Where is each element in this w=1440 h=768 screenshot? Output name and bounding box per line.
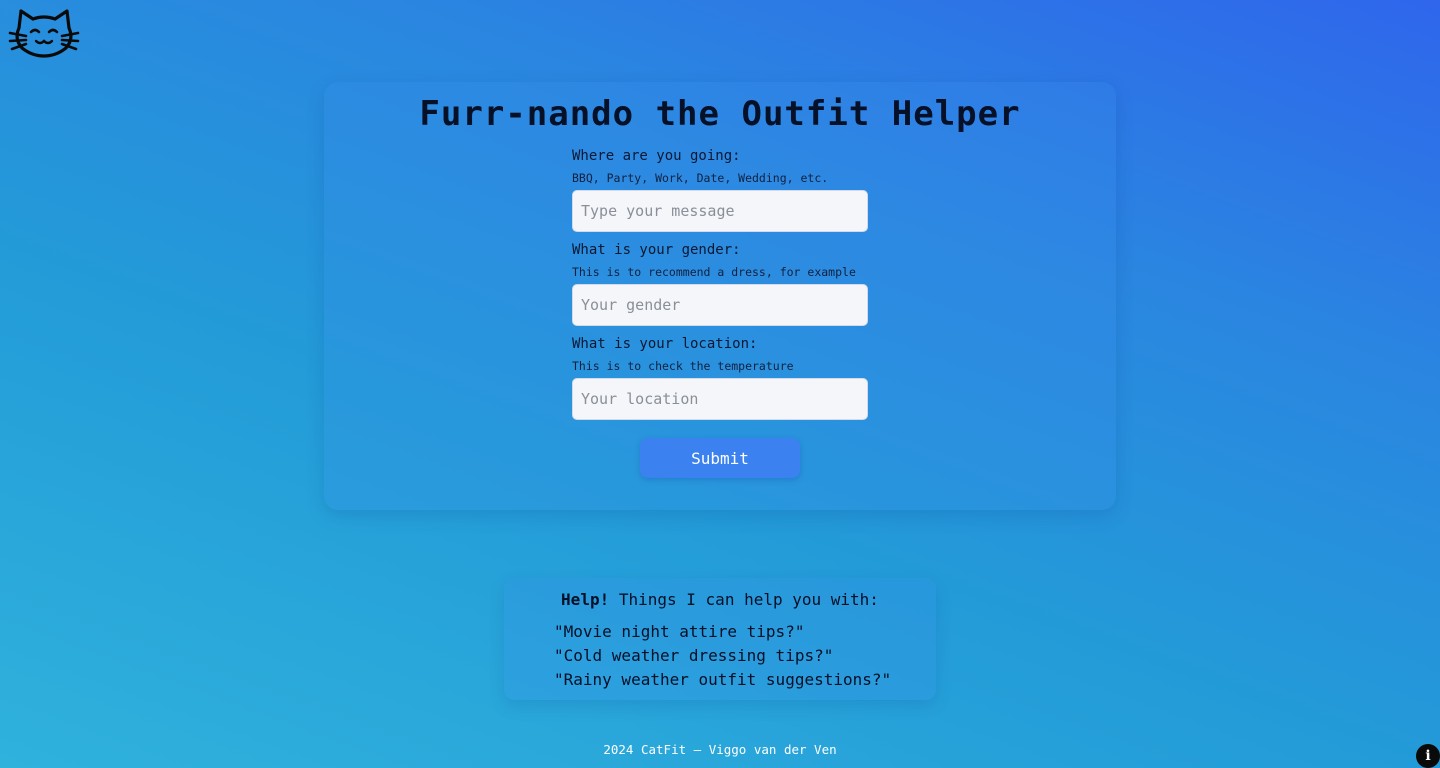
destination-label: Where are you going: — [572, 148, 741, 164]
destination-hint: BBQ, Party, Work, Date, Wedding, etc. — [572, 171, 829, 185]
location-hint: This is to check the temperature — [572, 359, 794, 373]
help-suggestion-item[interactable]: "Cold weather dressing tips?" — [554, 644, 891, 668]
gender-hint: This is to recommend a dress, for exampl… — [572, 265, 856, 279]
outfit-form: Where are you going: BBQ, Party, Work, D… — [572, 146, 868, 428]
destination-input[interactable] — [572, 190, 868, 232]
location-label: What is your location: — [572, 336, 758, 352]
location-input[interactable] — [572, 378, 868, 420]
submit-button[interactable]: Submit — [640, 438, 800, 478]
help-suggestions: "Movie night attire tips?" "Cold weather… — [554, 620, 891, 692]
help-heading-text: Things I can help you with: — [609, 590, 879, 609]
help-heading-bold: Help! — [561, 590, 610, 609]
info-icon[interactable]: i — [1416, 744, 1440, 768]
help-heading: Help! Things I can help you with: — [504, 590, 936, 609]
help-suggestion-item[interactable]: "Rainy weather outfit suggestions?" — [554, 668, 891, 692]
help-panel: Help! Things I can help you with: "Movie… — [504, 578, 936, 700]
help-suggestion-item[interactable]: "Movie night attire tips?" — [554, 620, 891, 644]
gender-label: What is your gender: — [572, 242, 741, 258]
page-title: Furr-nando the Outfit Helper — [419, 94, 1021, 134]
gender-input[interactable] — [572, 284, 868, 326]
cat-logo-icon[interactable] — [8, 6, 80, 58]
footer-credit: 2024 CatFit – Viggo van der Ven — [603, 742, 837, 757]
